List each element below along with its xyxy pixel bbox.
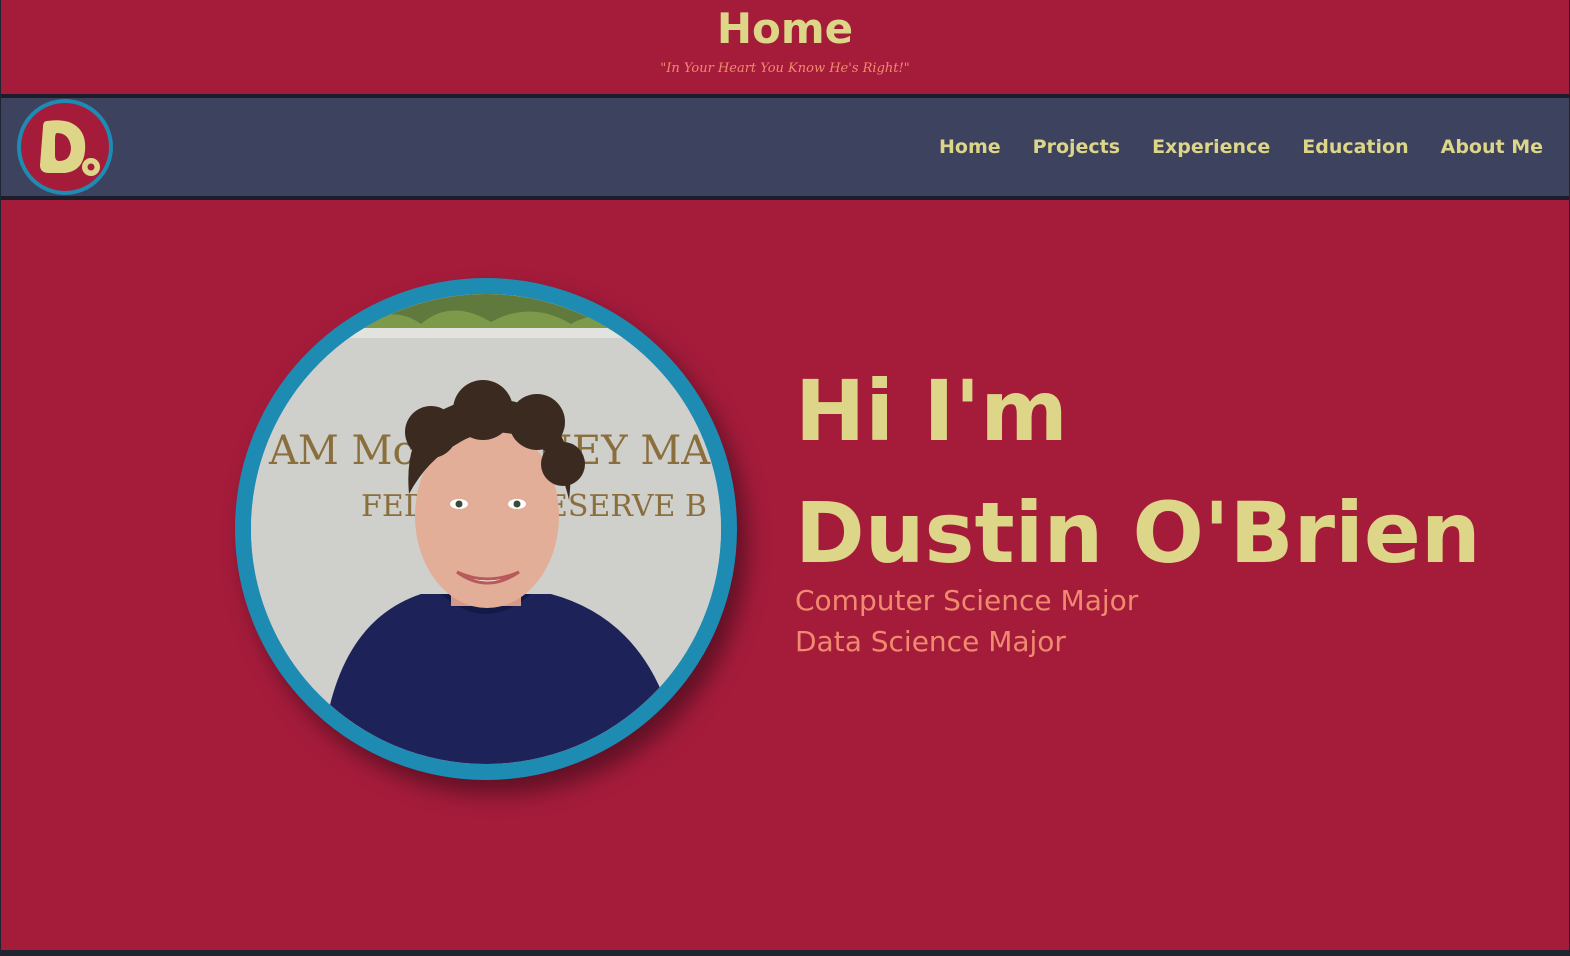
page-tagline: "In Your Heart You Know He's Right!" — [660, 61, 910, 76]
profile-photo: AM McCHESNEY MARTIN FEDERAL RESERVE B — [235, 278, 737, 780]
nav-links: Home Projects Experience Education About… — [907, 98, 1543, 196]
page: Home "In Your Heart You Know He's Right!… — [1, 0, 1569, 950]
navbar: Home Projects Experience Education About… — [1, 94, 1569, 200]
d-monogram-logo-icon — [40, 120, 100, 176]
nav-projects[interactable]: Projects — [1033, 136, 1120, 158]
greeting-line-1: Hi I'm — [795, 362, 1068, 460]
page-header: Home "In Your Heart You Know He's Right!… — [1, 0, 1569, 94]
page-title: Home — [716, 4, 854, 53]
greeting-name: Dustin O'Brien — [795, 484, 1481, 582]
profile-photo-icon: AM McCHESNEY MARTIN FEDERAL RESERVE B — [251, 294, 721, 764]
nav-home[interactable]: Home — [939, 136, 1001, 158]
nav-about-me[interactable]: About Me — [1441, 136, 1543, 158]
hero-section: AM McCHESNEY MARTIN FEDERAL RESERVE B — [1, 200, 1569, 950]
logo-link[interactable] — [17, 99, 113, 195]
role-item: Data Science Major — [795, 625, 1066, 658]
hero-roles: Computer Science Major Data Science Majo… — [795, 580, 1138, 662]
hero-greeting: Hi I'm Dustin O'Brien — [795, 350, 1481, 594]
nav-education[interactable]: Education — [1302, 136, 1408, 158]
nav-experience[interactable]: Experience — [1152, 136, 1270, 158]
role-item: Computer Science Major — [795, 584, 1139, 617]
